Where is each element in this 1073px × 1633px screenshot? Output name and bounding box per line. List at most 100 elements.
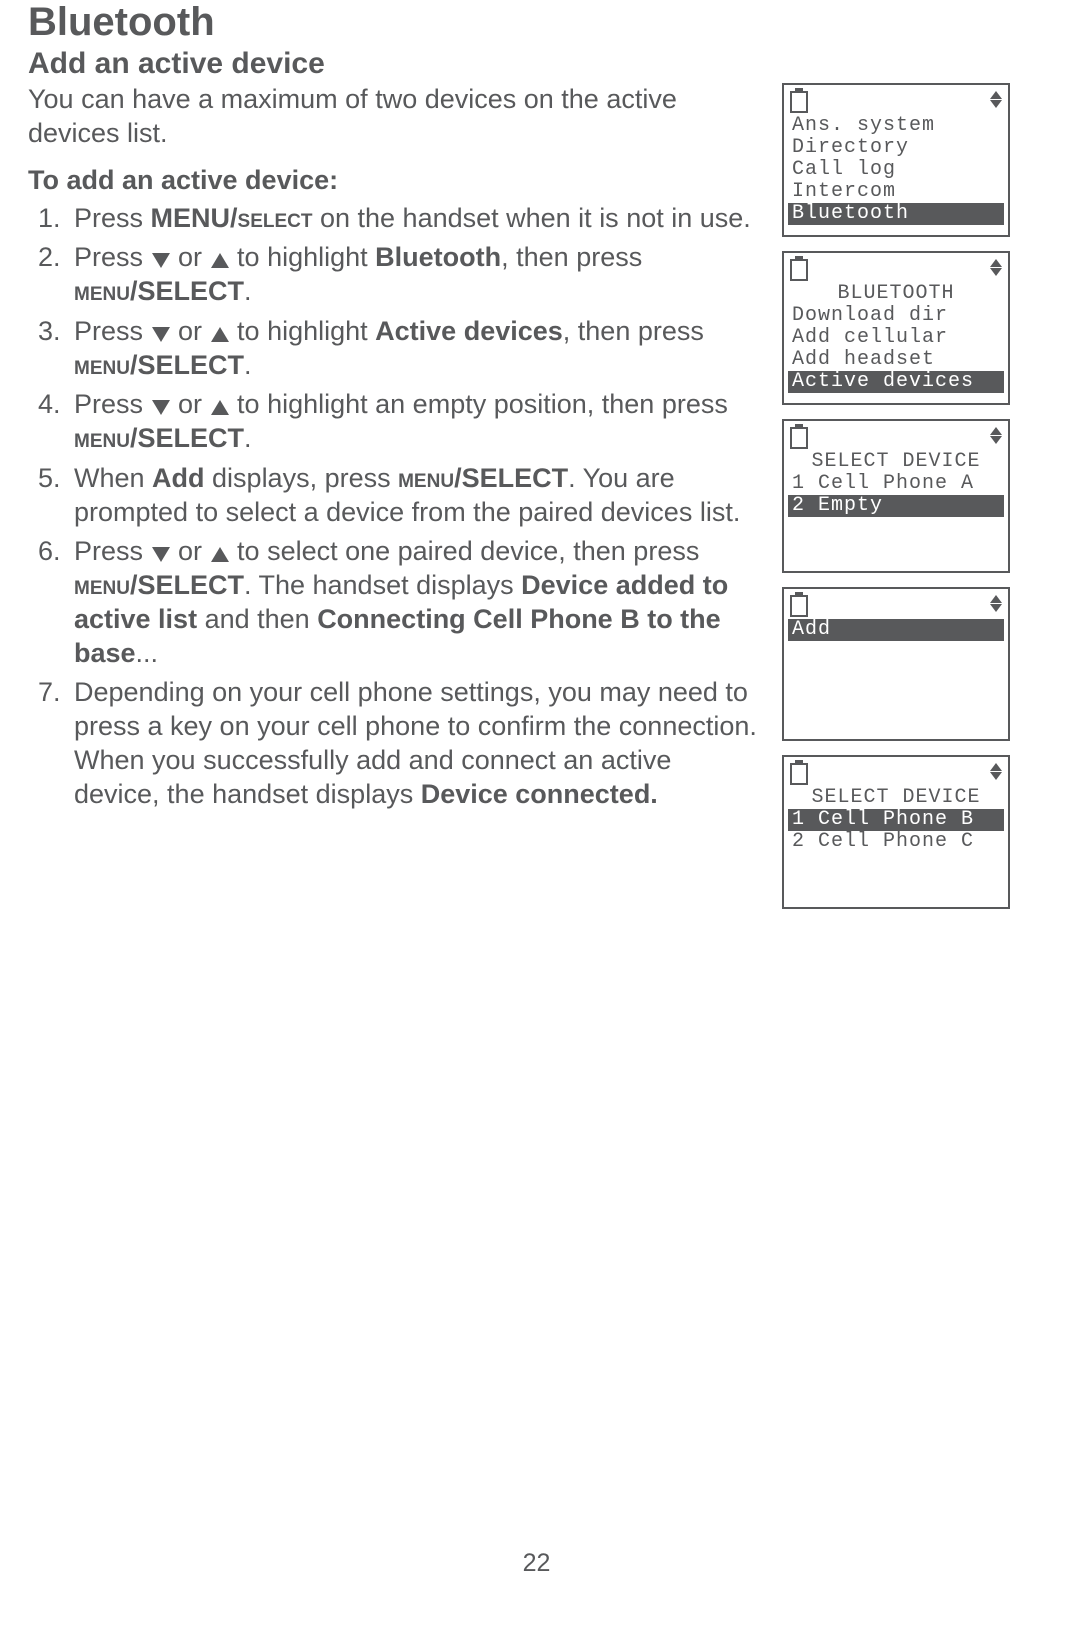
scroll-arrows-icon — [990, 259, 1002, 276]
menu-row: Call log — [788, 159, 1004, 181]
text: When — [74, 463, 152, 493]
mini-down-icon — [990, 436, 1002, 444]
mini-down-icon — [990, 604, 1002, 612]
menu-row: 2 Cell Phone C — [788, 831, 1004, 853]
highlight-phrase: Device connected. — [421, 779, 658, 809]
mini-up-icon — [990, 259, 1002, 267]
content-area: You can have a maximum of two devices on… — [28, 83, 1045, 909]
select-key: /SELECT — [454, 463, 568, 493]
status-bar — [788, 427, 1004, 451]
step-4: Press or to highlight an empty position,… — [68, 388, 758, 456]
menu-row — [788, 853, 1004, 875]
up-arrow-icon — [211, 327, 229, 342]
step-7: Depending on your cell phone settings, y… — [68, 676, 758, 811]
text: or — [171, 389, 210, 419]
menu-row: Intercom — [788, 181, 1004, 203]
status-bar — [788, 763, 1004, 787]
status-bar — [788, 595, 1004, 619]
battery-icon — [790, 427, 808, 449]
text: Press — [74, 242, 151, 272]
scroll-arrows-icon — [990, 763, 1002, 780]
text: or — [171, 242, 210, 272]
step-2: Press or to highlight Bluetooth, then pr… — [68, 241, 758, 309]
step-3: Press or to highlight Active devices, th… — [68, 315, 758, 383]
page-number: 22 — [28, 1549, 1045, 1578]
mini-down-icon — [990, 100, 1002, 108]
battery-icon — [790, 763, 808, 785]
handset-screen-2: BLUETOOTH Download dir Add cellular Add … — [782, 251, 1010, 405]
menu-title: SELECT DEVICE — [788, 451, 1004, 473]
battery-icon — [790, 259, 808, 281]
up-arrow-icon — [211, 547, 229, 562]
select-key: /SELECT — [130, 350, 244, 380]
text: Press — [74, 203, 151, 233]
text-column: You can have a maximum of two devices on… — [28, 83, 758, 817]
text: , then press — [501, 242, 642, 272]
down-arrow-icon — [152, 327, 170, 342]
mini-down-icon — [990, 268, 1002, 276]
menu-title: SELECT DEVICE — [788, 787, 1004, 809]
menu-key: menu — [74, 570, 130, 600]
step-6: Press or to select one paired device, th… — [68, 535, 758, 670]
text: or — [171, 536, 210, 566]
menu-row — [788, 707, 1004, 729]
select-key: /SELECT — [130, 276, 244, 306]
menu-row — [788, 685, 1004, 707]
text: Press — [74, 389, 151, 419]
menu-key: menu — [74, 423, 130, 453]
intro-text: You can have a maximum of two devices on… — [28, 83, 748, 151]
scroll-arrows-icon — [990, 595, 1002, 612]
text: to highlight an empty position, then pre… — [230, 389, 728, 419]
menu-row — [788, 539, 1004, 561]
menu-row-selected: Add — [788, 619, 1004, 641]
text: , then press — [563, 316, 704, 346]
screens-column: Ans. system Directory Call log Intercom … — [782, 83, 1022, 909]
steps-list: Press MENU/select on the handset when it… — [28, 202, 758, 812]
menu-row: Directory — [788, 137, 1004, 159]
manual-page: Bluetooth Add an active device You can h… — [0, 0, 1073, 1618]
mini-up-icon — [990, 595, 1002, 603]
leadin-text: To add an active device: — [28, 165, 758, 196]
menu-row-selected: Bluetooth — [788, 203, 1004, 225]
menu-row: Add headset — [788, 349, 1004, 371]
scroll-arrows-icon — [990, 427, 1002, 444]
mini-up-icon — [990, 763, 1002, 771]
step-1: Press MENU/select on the handset when it… — [68, 202, 758, 236]
text: displays, press — [205, 463, 399, 493]
section-subtitle: Add an active device — [28, 47, 1045, 81]
menu-row — [788, 517, 1004, 539]
text: or — [171, 316, 210, 346]
menu-row: Download dir — [788, 305, 1004, 327]
battery-icon — [790, 91, 808, 113]
handset-screen-4: Add — [782, 587, 1010, 741]
mini-up-icon — [990, 91, 1002, 99]
up-arrow-icon — [211, 253, 229, 268]
handset-screen-3: SELECT DEVICE 1 Cell Phone A 2 Empty — [782, 419, 1010, 573]
page-title: Bluetooth — [28, 0, 1045, 45]
mini-down-icon — [990, 772, 1002, 780]
menu-row: Ans. system — [788, 115, 1004, 137]
battery-icon — [790, 595, 808, 617]
scroll-arrows-icon — [990, 91, 1002, 108]
menu-row-selected: 1 Cell Phone B — [788, 809, 1004, 831]
text: on the handset when it is not in use. — [312, 203, 750, 233]
menu-key: menu — [74, 276, 130, 306]
mini-up-icon — [990, 427, 1002, 435]
up-arrow-icon — [211, 400, 229, 415]
handset-screen-1: Ans. system Directory Call log Intercom … — [782, 83, 1010, 237]
menu-key: menu — [74, 350, 130, 380]
menu-row: Add cellular — [788, 327, 1004, 349]
down-arrow-icon — [152, 253, 170, 268]
menu-row — [788, 875, 1004, 897]
handset-screen-5: SELECT DEVICE 1 Cell Phone B 2 Cell Phon… — [782, 755, 1010, 909]
select-key: /SELECT — [130, 570, 244, 600]
highlight-word: Bluetooth — [375, 242, 501, 272]
step-5: When Add displays, press menu/SELECT. Yo… — [68, 462, 758, 530]
text: Press — [74, 536, 151, 566]
down-arrow-icon — [152, 400, 170, 415]
menu-row-selected: 2 Empty — [788, 495, 1004, 517]
status-bar — [788, 91, 1004, 115]
select-key: /SELECT — [130, 423, 244, 453]
select-key: select — [238, 203, 313, 233]
menu-key: MENU/ — [151, 203, 238, 233]
